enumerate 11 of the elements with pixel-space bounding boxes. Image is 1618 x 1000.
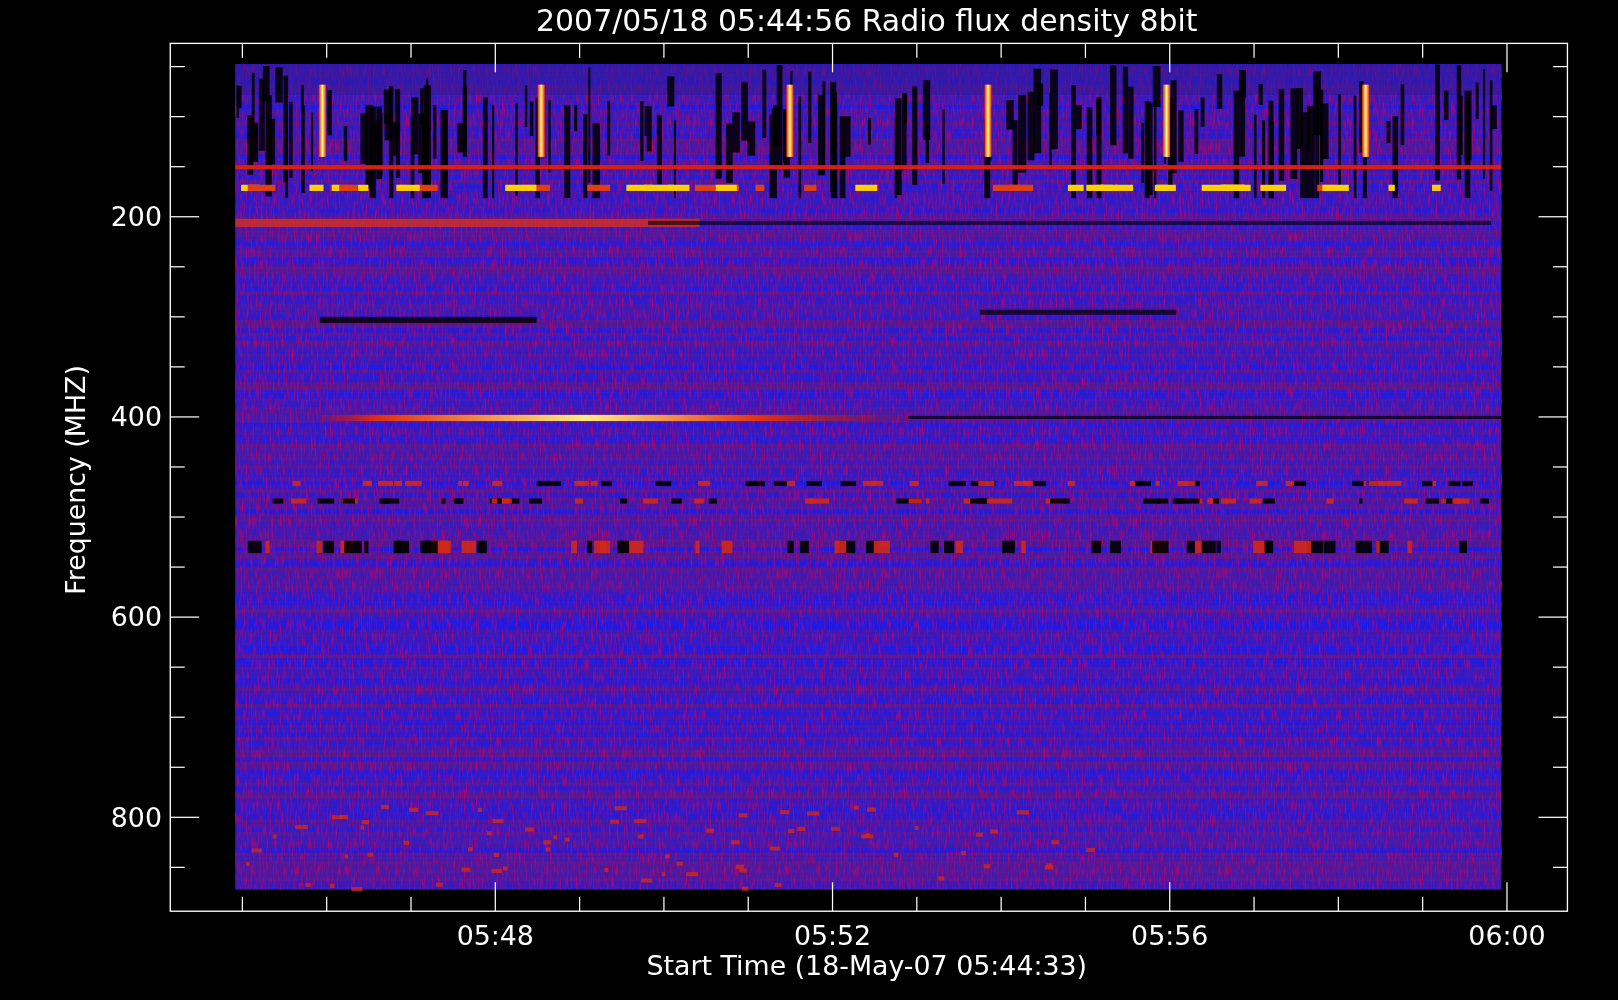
y-tick-label: 600 [110,601,162,633]
y-tick-label: 200 [110,201,162,233]
x-tick-label: 06:00 [1468,920,1546,952]
y-tick-label: 400 [110,401,162,433]
chart-title: 2007/05/18 05:44:56 Radio flux density 8bit [536,3,1198,38]
x-tick-label: 05:52 [793,920,872,952]
y-axis-label: Frequency (MHZ) [59,365,91,595]
x-tick-label: 05:56 [1131,920,1209,952]
x-axis-label: Start Time (18-May-07 05:44:33) [646,950,1088,982]
y-tick-label: 800 [110,801,162,833]
x-tick-label: 05:48 [456,920,534,952]
